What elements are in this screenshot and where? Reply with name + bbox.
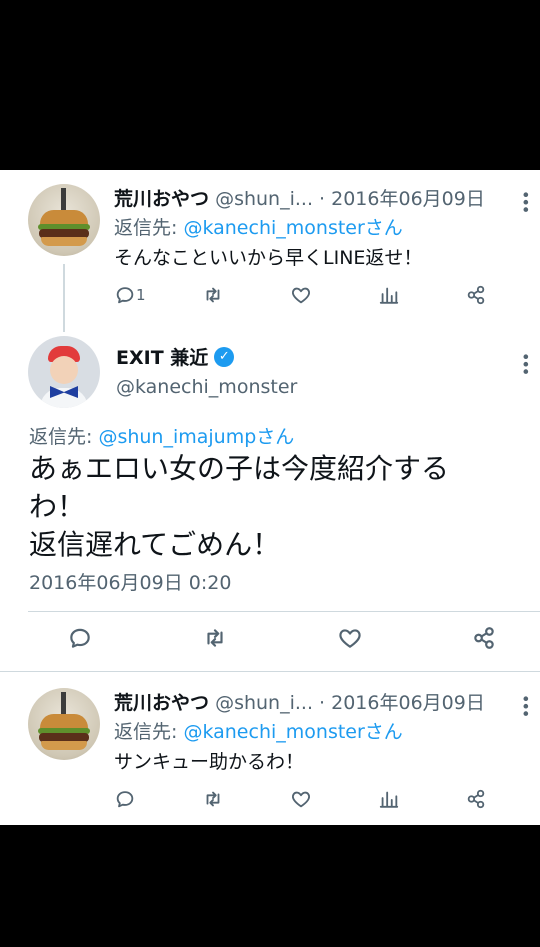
- reply-to-label: 返信先:: [114, 721, 178, 743]
- analytics-icon: [378, 788, 400, 810]
- retweet-icon: [202, 284, 224, 306]
- divider: [28, 611, 540, 612]
- like-icon: [290, 284, 312, 306]
- retweet-icon: [202, 625, 228, 651]
- tweet-text: サンキュー助かるわ！: [114, 751, 305, 773]
- reply-to-label: 返信先:: [114, 217, 178, 239]
- avatar[interactable]: [28, 336, 100, 408]
- reply-to-label: 返信先:: [29, 426, 93, 448]
- reply-count: 1: [136, 286, 146, 304]
- user-handle[interactable]: @shun_i...: [215, 188, 313, 210]
- like-icon: [337, 625, 363, 651]
- share-icon: [465, 788, 487, 810]
- retweet-button[interactable]: [202, 283, 224, 307]
- avatar[interactable]: [28, 688, 100, 760]
- like-button[interactable]: [290, 787, 312, 811]
- tweet-date[interactable]: · 2016年06月09日: [319, 188, 485, 210]
- tweet-text: あぁエロい女の子は今度紹介する わ！ 返信遅れてごめん！: [29, 450, 449, 564]
- reply-icon: [114, 284, 136, 306]
- reply-to-line: 返信先: @shun_imajumpさん: [29, 422, 294, 449]
- share-button[interactable]: [465, 283, 487, 307]
- reply-to-link[interactable]: @shun_imajumpさん: [98, 426, 294, 448]
- tweet-text: そんなこといいから早くLINE返せ！: [114, 247, 423, 269]
- analytics-icon: [378, 284, 400, 306]
- more-icon[interactable]: •••: [516, 352, 535, 374]
- reply-tweet-2[interactable]: 荒川おやつ @shun_i... · 2016年06月09日 ••• 返信先: …: [0, 674, 540, 825]
- reply-button[interactable]: [114, 787, 136, 811]
- reply-button[interactable]: [67, 626, 93, 650]
- analytics-button[interactable]: [378, 283, 400, 307]
- retweet-icon: [202, 788, 224, 810]
- share-button[interactable]: [471, 626, 497, 650]
- share-icon: [471, 625, 497, 651]
- like-button[interactable]: [290, 283, 312, 307]
- tweet-timestamp[interactable]: 2016年06月09日 0:20: [29, 568, 231, 595]
- reply-tweet-1[interactable]: 荒川おやつ @shun_i... · 2016年06月09日 ••• 返信先: …: [0, 170, 540, 332]
- tweet-text-line: あぁエロい女の子は今度紹介する: [29, 452, 450, 485]
- like-button[interactable]: [337, 626, 363, 650]
- like-icon: [290, 788, 312, 810]
- display-name[interactable]: 荒川おやつ: [114, 692, 209, 714]
- reply-icon: [67, 625, 93, 651]
- more-icon[interactable]: •••: [516, 190, 535, 212]
- tweet-text-line: 返信遅れてごめん！: [29, 528, 281, 561]
- reply-button[interactable]: 1: [114, 283, 146, 307]
- tweet-actions: 1: [114, 283, 494, 307]
- user-handle[interactable]: @kanechi_monster: [116, 376, 297, 398]
- reply-icon: [114, 788, 136, 810]
- tweet-actions: [114, 787, 494, 811]
- divider: [0, 671, 540, 672]
- tweet-text-line: わ！: [29, 490, 86, 523]
- tweet-actions: [0, 626, 540, 656]
- reply-to-link[interactable]: @kanechi_monsterさん: [183, 217, 402, 239]
- reply-to-line: 返信先: @kanechi_monsterさん: [114, 213, 403, 240]
- user-handle[interactable]: @shun_i...: [215, 692, 313, 714]
- tweet-date[interactable]: · 2016年06月09日: [319, 692, 485, 714]
- verified-icon: ✓: [214, 346, 235, 367]
- tweet-thread-card: 荒川おやつ @shun_i... · 2016年06月09日 ••• 返信先: …: [0, 170, 540, 825]
- tweet-header: 荒川おやつ @shun_i... · 2016年06月09日: [114, 184, 485, 211]
- analytics-button[interactable]: [378, 787, 400, 811]
- retweet-button[interactable]: [202, 787, 224, 811]
- main-tweet: EXIT 兼近 ✓ @kanechi_monster ••• 返信先: @shu…: [0, 330, 540, 680]
- retweet-button[interactable]: [202, 626, 228, 650]
- display-name[interactable]: 荒川おやつ: [114, 188, 209, 210]
- reply-to-line: 返信先: @kanechi_monsterさん: [114, 717, 403, 744]
- more-icon[interactable]: •••: [516, 694, 535, 716]
- share-icon: [465, 284, 487, 306]
- display-name[interactable]: EXIT 兼近: [116, 343, 208, 370]
- thread-line: [63, 264, 65, 332]
- share-button[interactable]: [465, 787, 487, 811]
- tweet-header: 荒川おやつ @shun_i... · 2016年06月09日: [114, 688, 485, 715]
- avatar[interactable]: [28, 184, 100, 256]
- display-name-row: EXIT 兼近 ✓: [116, 343, 235, 370]
- reply-to-link[interactable]: @kanechi_monsterさん: [183, 721, 402, 743]
